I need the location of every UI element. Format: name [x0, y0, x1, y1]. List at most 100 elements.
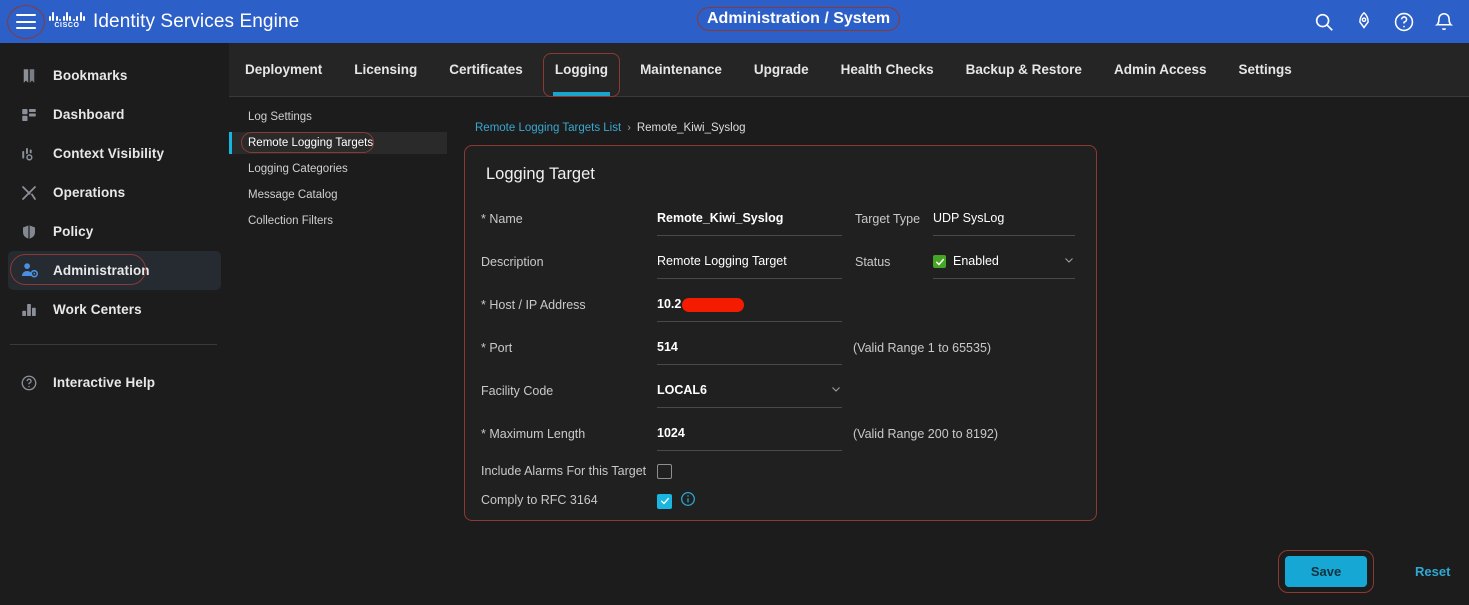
sidebar-item-policy[interactable]: Policy: [8, 212, 221, 251]
tab-upgrade[interactable]: Upgrade: [738, 43, 825, 97]
facility-code-dropdown[interactable]: LOCAL6: [657, 381, 842, 408]
include-alarms-checkbox[interactable]: [657, 463, 679, 483]
breadcrumb-current: Remote_Kiwi_Syslog: [636, 122, 746, 134]
checkbox-checked-icon: [657, 493, 672, 509]
tab-health-checks[interactable]: Health Checks: [825, 43, 950, 97]
form-row-name: * Name Remote_Kiwi_Syslog Target Type UD…: [465, 201, 1098, 244]
tab-backup-restore[interactable]: Backup & Restore: [950, 43, 1098, 97]
tab-label: Licensing: [354, 62, 418, 77]
tab-logging[interactable]: Logging: [539, 43, 624, 97]
breadcrumb-parent-link[interactable]: Remote Logging Targets List: [475, 122, 621, 134]
facility-code-label: Facility Code: [481, 384, 554, 398]
description-field[interactable]: Remote Logging Target: [657, 252, 842, 279]
redaction-bar: [682, 298, 745, 312]
save-button[interactable]: Save: [1285, 556, 1367, 587]
main-content: Remote Logging Targets List › Remote_Kiw…: [447, 97, 1469, 605]
chevron-down-icon: [832, 387, 840, 392]
tab-label: Health Checks: [840, 62, 934, 77]
host-field[interactable]: 10.2: [657, 295, 842, 322]
page-context-title: Administration / System: [697, 7, 901, 31]
status-dropdown[interactable]: Enabled: [933, 252, 1075, 279]
policy-icon: [18, 221, 40, 243]
sidebar-item-bookmarks[interactable]: Bookmarks: [8, 56, 221, 95]
sidebar-item-work-centers[interactable]: Work Centers: [8, 290, 221, 329]
subnav-item-log-settings[interactable]: Log Settings: [229, 106, 447, 128]
page-title: Logging Target: [486, 165, 595, 183]
question-circle-icon: [18, 372, 40, 394]
port-hint: (Valid Range 1 to 65535): [853, 341, 992, 355]
facility-code-value: LOCAL6: [657, 383, 707, 397]
sidebar-item-label: Work Centers: [53, 302, 142, 317]
form-row-host: * Host / IP Address 10.2: [465, 287, 1098, 330]
sidebar-item-label: Operations: [53, 185, 126, 200]
tab-maintenance[interactable]: Maintenance: [624, 43, 738, 97]
menu-button[interactable]: [5, 4, 47, 39]
status-value: Enabled: [953, 254, 999, 268]
sidebar-item-dashboard[interactable]: Dashboard: [8, 95, 221, 134]
form-actions: Save Reset: [1277, 550, 1469, 596]
sidebar-item-interactive-help[interactable]: Interactive Help: [8, 363, 221, 402]
help-icon[interactable]: [1393, 11, 1415, 33]
sidebar-item-label: Dashboard: [53, 107, 125, 122]
cisco-logo-icon: CISCO: [49, 8, 85, 36]
subnav-item-message-catalog[interactable]: Message Catalog: [229, 184, 447, 206]
tab-deployment[interactable]: Deployment: [229, 43, 338, 97]
annotation-oval-remote-logging-targets: [241, 132, 374, 153]
context-visibility-icon: [18, 143, 40, 165]
sidebar-item-context-visibility[interactable]: Context Visibility: [8, 134, 221, 173]
rocket-icon[interactable]: [1353, 11, 1375, 33]
sidebar-item-label: Interactive Help: [53, 375, 156, 390]
breadcrumb-separator-icon: ›: [627, 122, 631, 134]
tab-label: Deployment: [245, 62, 323, 77]
notifications-icon[interactable]: [1433, 11, 1455, 33]
bookmark-icon: [18, 65, 40, 87]
host-value: 10.2: [657, 297, 682, 311]
maximum-length-label: * Maximum Length: [481, 427, 586, 441]
sidebar-item-label: Bookmarks: [53, 68, 128, 83]
work-centers-icon: [18, 299, 40, 321]
logging-target-form: * Name Remote_Kiwi_Syslog Target Type UD…: [465, 201, 1098, 517]
comply-rfc3164-checkbox[interactable]: [657, 492, 679, 510]
name-field[interactable]: Remote_Kiwi_Syslog: [657, 209, 842, 236]
maximum-length-field[interactable]: 1024: [657, 424, 842, 451]
reset-button[interactable]: Reset: [1415, 564, 1450, 579]
tab-licensing[interactable]: Licensing: [338, 43, 433, 97]
port-label: * Port: [481, 341, 513, 355]
port-field[interactable]: 514: [657, 338, 842, 365]
subnav-item-label: Collection Filters: [248, 215, 333, 227]
host-label: * Host / IP Address: [481, 298, 586, 312]
subnav-item-logging-categories[interactable]: Logging Categories: [229, 158, 447, 180]
subnav-item-remote-logging-targets[interactable]: Remote Logging Targets: [229, 132, 447, 154]
secondary-sidebar: Log Settings Remote Logging Targets Logg…: [229, 97, 447, 605]
status-checked-icon: [933, 255, 946, 268]
tab-admin-access[interactable]: Admin Access: [1098, 43, 1223, 97]
tab-certificates[interactable]: Certificates: [433, 43, 539, 97]
info-icon[interactable]: [680, 491, 696, 507]
annotation-pill-context: [697, 7, 901, 31]
logging-target-panel: Logging Target * Name Remote_Kiwi_Syslog…: [464, 145, 1097, 521]
include-alarms-label: Include Alarms For this Target: [481, 464, 647, 478]
status-label: Status: [855, 255, 891, 269]
tab-label: Admin Access: [1113, 62, 1207, 77]
subnav-item-collection-filters[interactable]: Collection Filters: [229, 210, 447, 232]
sidebar-item-administration[interactable]: Administration: [8, 251, 221, 290]
operations-icon: [18, 182, 40, 204]
subnav-item-label: Log Settings: [248, 111, 312, 123]
sidebar-item-label: Administration: [53, 263, 150, 278]
tab-settings[interactable]: Settings: [1223, 43, 1308, 97]
subnav-item-label: Message Catalog: [248, 189, 338, 201]
tab-label: Backup & Restore: [965, 62, 1082, 77]
subnav-item-label: Logging Categories: [248, 163, 348, 175]
administration-icon: [18, 260, 40, 282]
tab-label: Upgrade: [753, 62, 809, 77]
description-label: Description: [481, 255, 544, 269]
search-icon[interactable]: [1313, 11, 1335, 33]
sidebar-item-operations[interactable]: Operations: [8, 173, 221, 212]
sidebar-divider: [10, 344, 217, 345]
app-title: Identity Services Engine: [93, 10, 300, 32]
target-type-field: UDP SysLog: [933, 209, 1075, 236]
header-icon-group: [1313, 0, 1455, 43]
annotation-box-logging-tab: [542, 52, 621, 97]
name-label: * Name: [481, 212, 523, 226]
sidebar-item-label: Context Visibility: [53, 146, 165, 161]
